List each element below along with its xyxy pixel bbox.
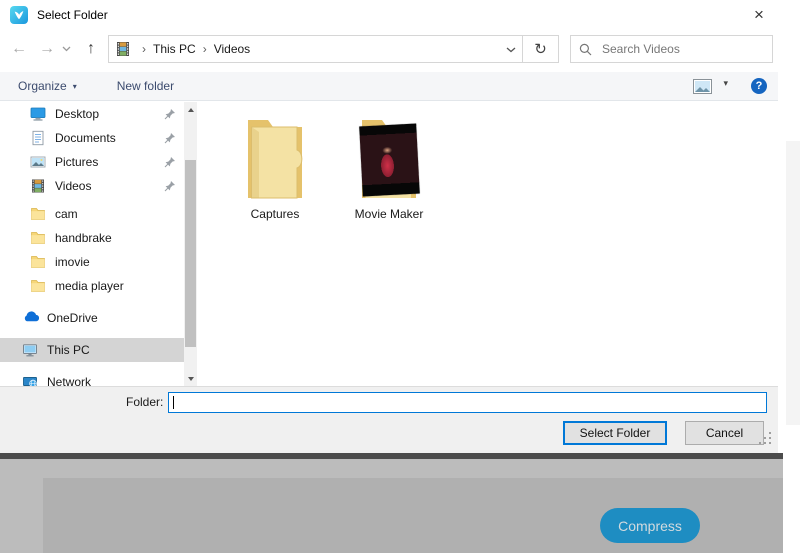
pin-icon xyxy=(164,108,176,120)
this-pc-icon xyxy=(22,342,39,358)
navigation-pane: Desktop Documents Pictures Videos xyxy=(0,102,197,386)
sidebar-item-label: media player xyxy=(55,279,124,293)
folder-large-icon xyxy=(358,114,420,204)
sidebar-group-gap xyxy=(0,362,184,370)
scroll-up-icon[interactable] xyxy=(184,102,197,117)
pin-icon xyxy=(164,180,176,192)
close-icon[interactable]: × xyxy=(742,0,776,30)
sidebar-item-onedrive[interactable]: OneDrive xyxy=(0,306,184,330)
sidebar-item-cam[interactable]: cam xyxy=(0,202,184,226)
sidebar-item-handbrake[interactable]: handbrake xyxy=(0,226,184,250)
breadcrumb-separator: › xyxy=(203,42,207,56)
search-icon xyxy=(579,43,592,56)
sidebar-item-label: Documents xyxy=(55,131,116,145)
select-folder-dialog: Select Folder × ← → ↑ xyxy=(0,0,778,455)
video-thumbnail xyxy=(359,124,420,197)
search-input[interactable] xyxy=(600,41,764,57)
folder-field-label: Folder: xyxy=(126,395,163,409)
sidebar-item-label: OneDrive xyxy=(47,311,98,325)
refresh-icon[interactable]: ↻ xyxy=(522,35,559,63)
sidebar-item-label: Videos xyxy=(55,179,91,193)
folder-name: Captures xyxy=(251,207,300,221)
sidebar-item-label: cam xyxy=(55,207,78,221)
command-toolbar: Organize ▾ New folder ▾ ? xyxy=(0,72,778,101)
help-icon[interactable]: ? xyxy=(751,78,767,94)
window-title: Select Folder xyxy=(37,8,108,22)
navigation-bar: ← → ↑ › This PC › xyxy=(0,34,778,64)
address-dropdown-chevron-icon[interactable] xyxy=(506,40,516,58)
resize-grip[interactable] xyxy=(758,431,773,451)
scroll-down-icon[interactable] xyxy=(184,371,197,386)
sidebar-item-label: Network xyxy=(47,375,91,386)
videos-film-icon xyxy=(115,41,131,57)
sidebar-scrollbar[interactable] xyxy=(184,102,197,386)
sidebar-item-desktop[interactable]: Desktop xyxy=(0,102,184,126)
compress-button[interactable]: Compress xyxy=(600,508,700,543)
page-background-band xyxy=(786,141,800,425)
sidebar-item-label: imovie xyxy=(55,255,90,269)
sidebar-item-label: Desktop xyxy=(55,107,99,121)
text-caret xyxy=(173,396,174,409)
network-icon xyxy=(22,374,39,386)
pictures-icon xyxy=(30,154,47,170)
videos-icon xyxy=(30,178,47,194)
folder-large-icon xyxy=(244,114,306,204)
sidebar-group-gap xyxy=(0,330,184,338)
up-icon[interactable]: ↑ xyxy=(78,34,104,64)
pin-icon xyxy=(164,156,176,168)
dialog-footer: Folder: Select Folder Cancel xyxy=(0,386,778,453)
sidebar-item-pictures[interactable]: Pictures xyxy=(0,150,184,174)
scrollbar-thumb[interactable] xyxy=(185,160,196,347)
breadcrumb-videos[interactable]: Videos xyxy=(214,42,250,56)
sidebar-item-label: Pictures xyxy=(55,155,98,169)
folder-icon xyxy=(30,278,47,294)
folder-name-input[interactable] xyxy=(168,392,767,413)
sidebar-group-gap xyxy=(0,298,184,306)
sidebar-item-label: This PC xyxy=(47,343,90,357)
folder-icon xyxy=(30,206,47,222)
new-folder-button[interactable]: New folder xyxy=(117,79,174,93)
organize-label: Organize xyxy=(18,79,67,93)
pin-icon xyxy=(164,132,176,144)
documents-icon xyxy=(30,130,47,146)
sidebar-item-videos[interactable]: Videos xyxy=(0,174,184,198)
breadcrumb-separator: › xyxy=(142,42,146,56)
folder-name: Movie Maker xyxy=(355,207,424,221)
recent-locations-chevron-icon[interactable] xyxy=(58,34,74,64)
folder-icon xyxy=(30,254,47,270)
file-list-area[interactable]: Captures Movie Maker xyxy=(197,102,778,386)
back-icon[interactable]: ← xyxy=(6,34,32,64)
desktop-icon xyxy=(30,106,47,122)
address-bar[interactable]: › This PC › Videos xyxy=(108,35,523,63)
onedrive-cloud-icon xyxy=(22,310,39,326)
folder-icon xyxy=(30,230,47,246)
select-folder-button[interactable]: Select Folder xyxy=(563,421,667,445)
sidebar-item-imovie[interactable]: imovie xyxy=(0,250,184,274)
sidebar-item-network[interactable]: Network xyxy=(0,370,184,386)
sidebar-item-this-pc[interactable]: This PC xyxy=(0,338,184,362)
cancel-button[interactable]: Cancel xyxy=(685,421,764,445)
folder-tile-captures[interactable]: Captures xyxy=(223,114,327,221)
sidebar-item-documents[interactable]: Documents xyxy=(0,126,184,150)
title-bar: Select Folder × xyxy=(0,0,778,30)
chevron-down-icon: ▾ xyxy=(73,82,77,91)
view-dropdown-chevron-icon[interactable]: ▾ xyxy=(723,78,728,89)
view-mode-icon[interactable] xyxy=(693,79,712,97)
app-icon xyxy=(10,6,28,24)
sidebar-item-label: handbrake xyxy=(55,231,112,245)
breadcrumb-this-pc[interactable]: This PC xyxy=(153,42,196,56)
sidebar-list: Desktop Documents Pictures Videos xyxy=(0,102,184,386)
organize-button[interactable]: Organize ▾ xyxy=(18,79,77,93)
search-box[interactable] xyxy=(570,35,773,63)
sidebar-item-media-player[interactable]: media player xyxy=(0,274,184,298)
folder-tile-movie-maker[interactable]: Movie Maker xyxy=(337,114,441,221)
forward-icon[interactable]: → xyxy=(34,34,60,64)
